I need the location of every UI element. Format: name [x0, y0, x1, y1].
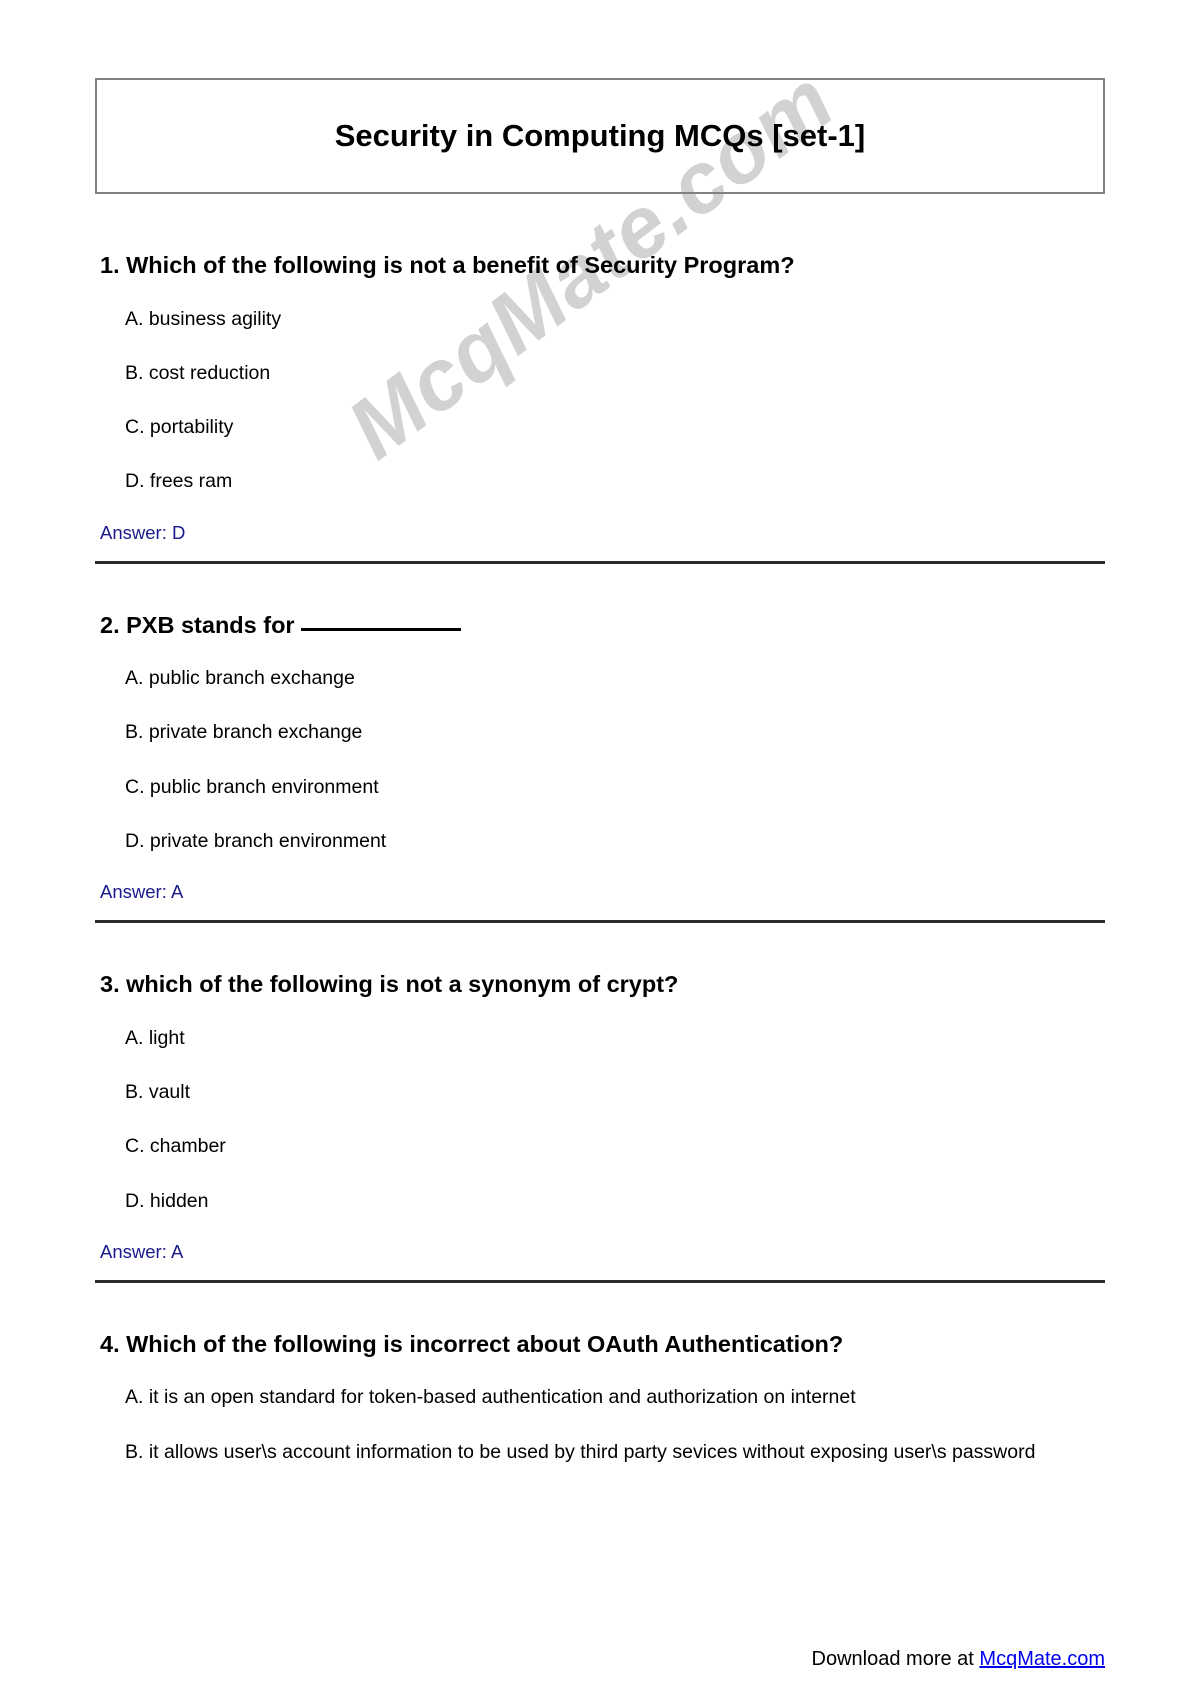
question-block-4: 4. Which of the following is incorrect a…	[95, 1283, 1105, 1466]
question-text-4: 4. Which of the following is incorrect a…	[100, 1330, 844, 1357]
question-block-1: 1. Which of the following is not a benef…	[95, 194, 1105, 564]
options-list-1: A. business agility B. cost reduction C.…	[95, 305, 1105, 496]
answer-text: Answer: A	[100, 881, 184, 903]
page-footer: Download more at McqMate.com	[0, 1648, 1200, 1671]
options-list-3: A. light B. vault C. chamber D. hidden	[95, 1024, 1105, 1215]
question-block-3: 3. which of the following is not a synon…	[95, 923, 1105, 1283]
mcqmate-link[interactable]: McqMate.com	[979, 1648, 1105, 1670]
option-item[interactable]: B. it allows user\s account information …	[125, 1438, 1105, 1466]
option-item[interactable]: B. vault	[125, 1078, 1105, 1106]
option-item[interactable]: A. it is an open standard for token-base…	[125, 1383, 1105, 1411]
question-text-2: 2. PXB stands for	[95, 610, 1105, 641]
option-item[interactable]: C. chamber	[125, 1132, 1105, 1160]
answer-text: Answer: A	[100, 1240, 184, 1262]
option-item[interactable]: D. hidden	[125, 1187, 1105, 1215]
page-title: Security in Computing MCQs [set-1]	[334, 118, 866, 153]
question-text-1: 1. Which of the following is not a benef…	[100, 252, 795, 278]
document-page: McqMate.com Security in Computing MCQs […	[0, 0, 1200, 1697]
options-list-4: A. it is an open standard for token-base…	[95, 1383, 1105, 1466]
option-item[interactable]: C. portability	[125, 413, 1105, 441]
option-item[interactable]: A. public branch exchange	[125, 664, 1105, 692]
option-item[interactable]: D. private branch environment	[125, 827, 1105, 855]
question-text-3: 3. which of the following is not a synon…	[100, 971, 679, 998]
answer-text: Answer: D	[100, 521, 186, 543]
options-list-2: A. public branch exchange B. private bra…	[95, 664, 1105, 855]
question-block-2: 2. PXB stands for A. public branch excha…	[95, 564, 1105, 924]
document-content: Security in Computing MCQs [set-1] 1. Wh…	[95, 0, 1105, 1466]
option-item[interactable]: C. public branch environment	[125, 773, 1105, 801]
option-item[interactable]: A. business agility	[125, 305, 1105, 333]
option-item[interactable]: B. private branch exchange	[125, 718, 1105, 746]
option-item[interactable]: D. frees ram	[125, 467, 1105, 495]
question-label: 2. PXB stands for	[100, 611, 295, 638]
footer-text: Download more at	[811, 1648, 980, 1670]
option-item[interactable]: A. light	[125, 1024, 1105, 1052]
option-item[interactable]: B. cost reduction	[125, 359, 1105, 387]
fill-in-blank	[300, 627, 461, 631]
title-box: Security in Computing MCQs [set-1]	[95, 78, 1105, 194]
